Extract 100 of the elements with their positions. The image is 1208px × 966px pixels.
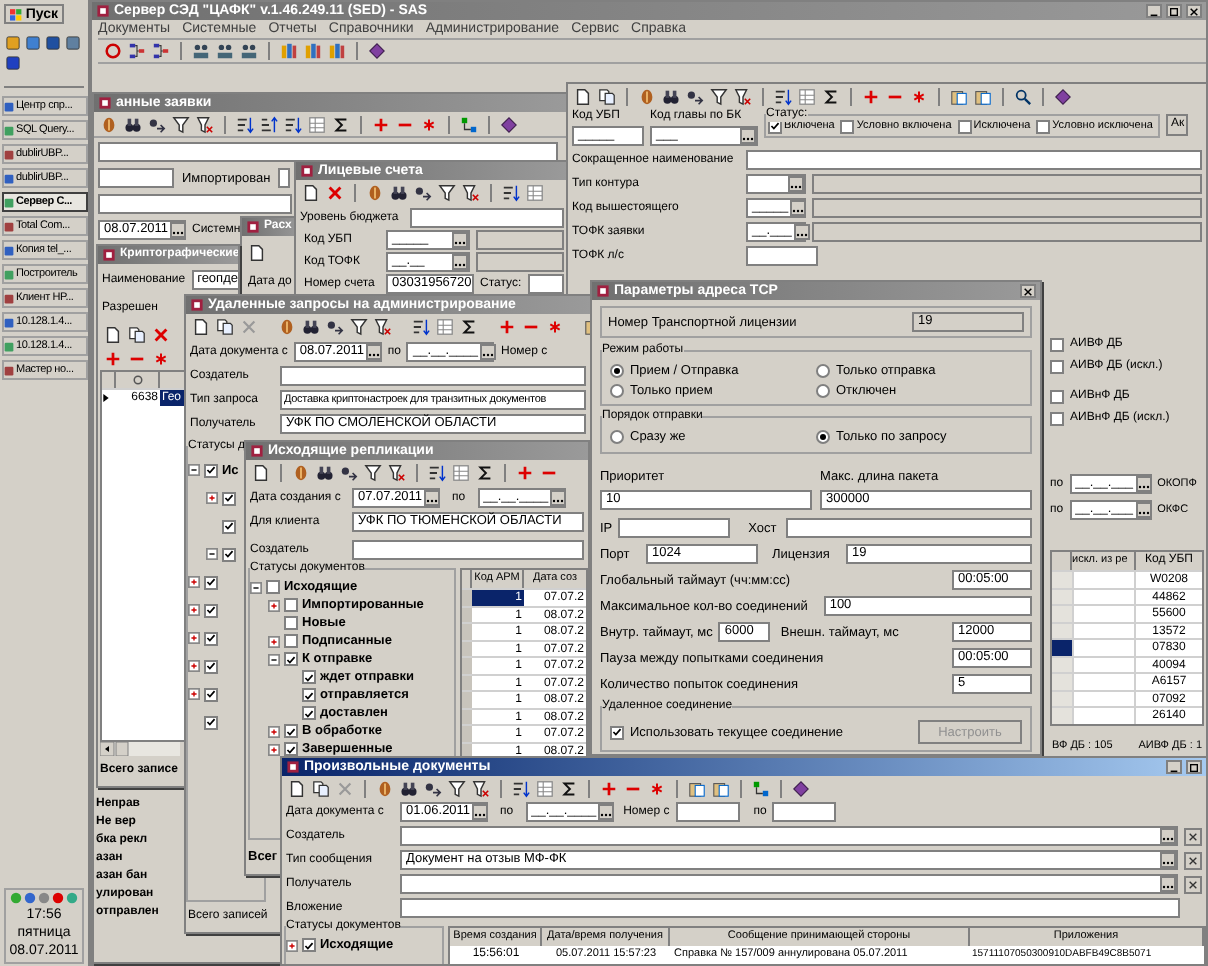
input-field[interactable] xyxy=(527,274,564,294)
browse-button[interactable] xyxy=(1135,476,1152,492)
hierarchy-icon[interactable] xyxy=(752,779,770,797)
documents-icon[interactable] xyxy=(598,87,616,105)
coin-icon[interactable] xyxy=(638,87,656,105)
funnel-cross-icon[interactable] xyxy=(734,87,752,105)
checkbox[interactable] xyxy=(204,715,218,729)
plus-icon[interactable] xyxy=(862,87,880,105)
checkbox[interactable] xyxy=(204,463,218,477)
table-icon[interactable] xyxy=(798,87,816,105)
browse-button[interactable] xyxy=(1135,502,1152,518)
plus-icon[interactable] xyxy=(372,115,390,133)
magnifier-icon[interactable] xyxy=(1014,87,1032,105)
network-icon[interactable] xyxy=(128,42,146,60)
binoculars-icon[interactable] xyxy=(390,183,408,201)
clear-button[interactable] xyxy=(1184,851,1202,869)
plus-icon[interactable] xyxy=(600,779,618,797)
input-field[interactable] xyxy=(786,518,1032,538)
checkbox[interactable] xyxy=(957,119,972,133)
input-field[interactable] xyxy=(746,150,1202,170)
input-field[interactable] xyxy=(410,208,564,228)
expand-icon[interactable] xyxy=(188,576,200,588)
browse-button[interactable] xyxy=(452,254,468,270)
checkbox[interactable] xyxy=(284,724,298,738)
find-next-icon[interactable] xyxy=(424,779,442,797)
table-icon[interactable] xyxy=(452,463,470,481)
funnel-cross-icon[interactable] xyxy=(388,463,406,481)
checkbox[interactable] xyxy=(222,519,236,533)
radio-button[interactable] xyxy=(816,384,830,398)
maximize-button[interactable] xyxy=(1166,4,1182,18)
clear-button[interactable] xyxy=(1184,827,1202,845)
expand-icon[interactable] xyxy=(188,660,200,672)
sum-icon[interactable] xyxy=(460,317,478,335)
checkbox[interactable] xyxy=(204,631,218,645)
stop-icon[interactable] xyxy=(104,42,122,60)
checkbox[interactable] xyxy=(1050,360,1064,374)
binoculars-icon[interactable] xyxy=(662,87,680,105)
table-icon[interactable] xyxy=(308,115,326,133)
browse-button[interactable] xyxy=(424,490,441,506)
table-icon[interactable] xyxy=(436,317,454,335)
document-icon[interactable] xyxy=(574,87,592,105)
plus-icon[interactable] xyxy=(104,349,122,367)
input-field[interactable] xyxy=(400,826,1178,846)
checkbox[interactable] xyxy=(284,742,298,756)
input-field[interactable] xyxy=(280,366,586,386)
expand-icon[interactable] xyxy=(286,939,298,951)
collapse-icon[interactable] xyxy=(250,581,262,593)
asterisk-icon[interactable] xyxy=(546,317,564,335)
checkbox[interactable] xyxy=(302,670,316,684)
plus-icon[interactable] xyxy=(498,317,516,335)
checkbox[interactable] xyxy=(610,725,624,739)
find-next-icon[interactable] xyxy=(686,87,704,105)
checkbox[interactable] xyxy=(284,616,298,630)
checkbox[interactable] xyxy=(1050,412,1064,426)
checkbox[interactable] xyxy=(840,119,855,133)
asterisk-icon[interactable] xyxy=(152,349,170,367)
input-field[interactable] xyxy=(400,898,1180,918)
browse-button[interactable] xyxy=(793,224,810,240)
sort-icon[interactable] xyxy=(284,115,302,133)
collapse-icon[interactable] xyxy=(188,464,200,476)
browse-button[interactable] xyxy=(598,804,615,820)
find-next-icon[interactable] xyxy=(326,317,344,335)
checkbox[interactable] xyxy=(204,687,218,701)
checkbox[interactable] xyxy=(1050,338,1064,352)
radio-button[interactable] xyxy=(610,364,624,378)
find-next-icon[interactable] xyxy=(148,115,166,133)
table-icon[interactable] xyxy=(526,183,544,201)
input-field[interactable] xyxy=(98,168,174,188)
funnel-cross-icon[interactable] xyxy=(374,317,392,335)
binoculars-icon[interactable] xyxy=(124,115,142,133)
sum-icon[interactable] xyxy=(476,463,494,481)
browse-button[interactable] xyxy=(1160,876,1176,892)
checkbox[interactable] xyxy=(204,575,218,589)
funnel-cross-icon[interactable] xyxy=(462,183,480,201)
sum-icon[interactable] xyxy=(560,779,578,797)
people-icon[interactable] xyxy=(192,42,210,60)
find-next-icon[interactable] xyxy=(340,463,358,481)
cross-icon[interactable] xyxy=(152,325,170,343)
input-field[interactable] xyxy=(476,230,564,250)
browse-button[interactable] xyxy=(365,344,382,360)
sort-icon[interactable] xyxy=(512,779,530,797)
input-field[interactable] xyxy=(675,802,740,822)
documents-icon[interactable] xyxy=(312,779,330,797)
input-field[interactable] xyxy=(812,222,1202,242)
checkbox[interactable] xyxy=(222,491,236,505)
people-icon[interactable] xyxy=(240,42,258,60)
browse-button[interactable] xyxy=(472,804,489,820)
input-field[interactable] xyxy=(352,540,584,560)
binoculars-icon[interactable] xyxy=(302,317,320,335)
document-icon[interactable] xyxy=(104,325,122,343)
sort-icon[interactable] xyxy=(502,183,520,201)
checkbox[interactable] xyxy=(284,634,298,648)
radio-button[interactable] xyxy=(816,430,830,444)
coin-icon[interactable] xyxy=(292,463,310,481)
asterisk-icon[interactable] xyxy=(420,115,438,133)
radio-button[interactable] xyxy=(816,364,830,378)
coin-icon[interactable] xyxy=(278,317,296,335)
radio-button[interactable] xyxy=(610,384,624,398)
coin-icon[interactable] xyxy=(366,183,384,201)
find-next-icon[interactable] xyxy=(414,183,432,201)
